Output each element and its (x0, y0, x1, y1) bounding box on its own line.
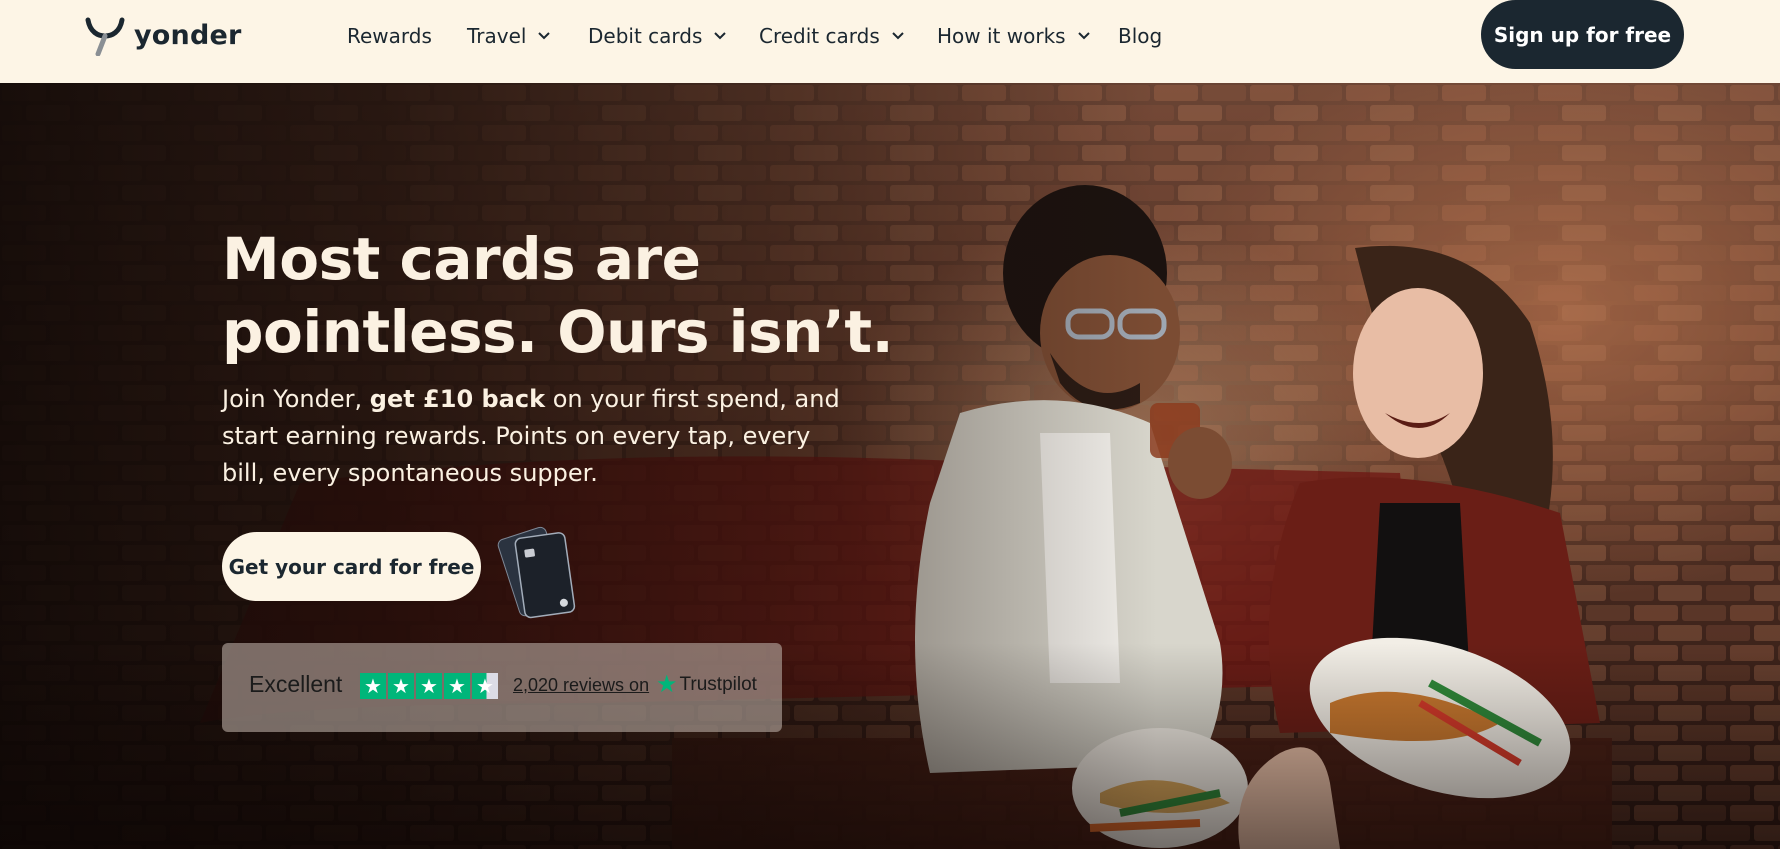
trustpilot-rating-text: Excellent (249, 671, 343, 697)
nav-debit-cards-label: Debit cards (588, 24, 703, 48)
brand-name: yonder (134, 19, 242, 51)
nav-how-it-works[interactable]: How it works (937, 22, 1090, 50)
trustpilot-logo[interactable]: ★ Trustpilot (656, 673, 757, 697)
nav-travel-label: Travel (467, 24, 527, 48)
chevron-down-icon (892, 32, 904, 40)
get-card-button[interactable]: Get your card for free (222, 532, 481, 601)
nav-credit-cards[interactable]: Credit cards (759, 22, 904, 50)
nav-blog[interactable]: Blog (1118, 22, 1162, 50)
chevron-down-icon (538, 32, 551, 40)
hero-headline-line1: Most cards are (222, 225, 701, 293)
hero-subtext-intro: Join Yonder, (222, 385, 370, 413)
nav-credit-cards-label: Credit cards (759, 24, 880, 48)
trustpilot-stars: ★ ★ ★ ★ ★ (360, 673, 500, 699)
nav-how-it-works-label: How it works (937, 24, 1066, 48)
trustpilot-brand: Trustpilot (679, 674, 757, 695)
trustpilot-star-icon: ★ (656, 671, 678, 698)
star-icon: ★ (416, 673, 442, 699)
trustpilot-reviews-link[interactable]: 2,020 reviews on (513, 675, 649, 696)
nav-rewards[interactable]: Rewards (347, 22, 432, 50)
hero-headline-line2: pointless. Ours isn’t. (222, 298, 894, 366)
hero-section: Most cards are pointless. Ours isn’t. Jo… (0, 83, 1780, 849)
star-half-icon: ★ (472, 673, 498, 699)
hero-subtext: Join Yonder, get £10 back on your first … (222, 381, 842, 492)
top-navigation: yonder Rewards Travel Debit cards Credit… (0, 0, 1780, 83)
star-icon: ★ (360, 673, 386, 699)
star-icon: ★ (444, 673, 470, 699)
star-icon: ★ (388, 673, 414, 699)
chevron-down-icon (714, 32, 727, 40)
hero-headline: Most cards are pointless. Ours isn’t. (222, 223, 922, 369)
nav-blog-label: Blog (1118, 24, 1163, 48)
hero-subtext-offer: get £10 back (369, 385, 546, 413)
chevron-down-icon (1077, 32, 1090, 40)
trustpilot-widget[interactable]: Excellent ★ ★ ★ ★ ★ 2,020 reviews on ★ T… (222, 643, 782, 732)
sign-up-button[interactable]: Sign up for free (1481, 0, 1684, 69)
nav-debit-cards[interactable]: Debit cards (588, 22, 727, 50)
nav-rewards-label: Rewards (347, 24, 432, 48)
yonder-logo[interactable]: yonder (84, 14, 242, 56)
yonder-cards-image (497, 526, 576, 619)
yonder-logo-icon (85, 17, 125, 56)
nav-travel[interactable]: Travel (467, 22, 551, 50)
